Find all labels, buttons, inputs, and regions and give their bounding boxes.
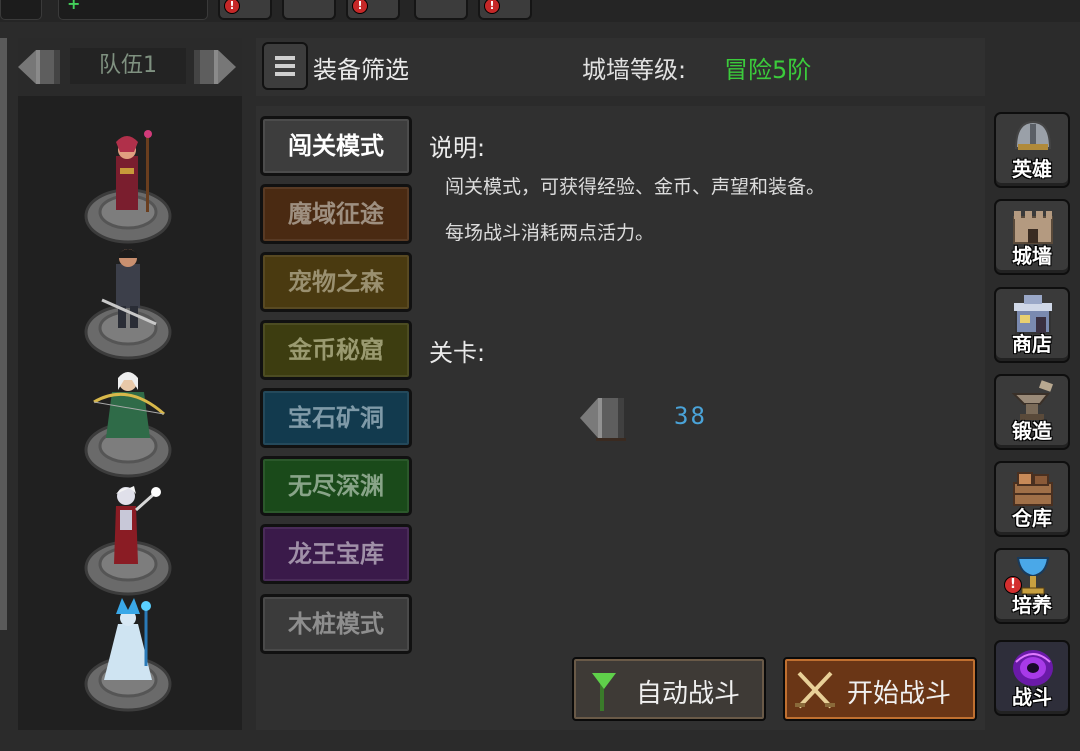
equipment-filter-button[interactable]: [262, 42, 308, 90]
resource-bar: + ! ! !: [0, 0, 1080, 22]
auto-battle-button[interactable]: 自动战斗: [572, 657, 766, 721]
scroll-edge: [0, 38, 7, 630]
hero-portrait-icon: [84, 486, 172, 596]
hero-portrait-icon: [84, 598, 172, 712]
stage-prev-button[interactable]: [578, 390, 628, 446]
stage-title: 关卡:: [429, 339, 486, 367]
side-menu-label: 英雄: [1012, 157, 1052, 181]
menu-lines-icon: [275, 56, 295, 60]
hero-portrait-icon: [84, 249, 172, 360]
resource-cell-gems: +: [58, 0, 208, 20]
team-prev-button[interactable]: [14, 42, 64, 92]
flag-icon: [592, 673, 616, 711]
top-button-5[interactable]: !: [478, 0, 532, 20]
hero-portrait-icon: [84, 372, 172, 478]
menu-lines-icon: [275, 72, 295, 76]
equipment-filter-label: 装备筛选: [313, 56, 409, 84]
description-line-1: 闯关模式，可获得经验、金币、声望和装备。: [445, 176, 826, 198]
side-menu-label: 战斗: [1012, 685, 1052, 709]
team-name: 队伍1: [70, 48, 186, 84]
side-menu-heroes[interactable]: 英雄: [994, 112, 1070, 188]
add-resource-icon[interactable]: +: [67, 0, 83, 12]
team-next-button[interactable]: [190, 42, 240, 92]
alert-icon: !: [224, 0, 240, 14]
mode-button-pet-forest[interactable]: 宠物之森: [260, 252, 412, 312]
arrow-left-icon: [18, 50, 60, 84]
side-menu-shop[interactable]: 商店: [994, 287, 1070, 363]
stage-number: 38: [674, 402, 707, 430]
top-button-2[interactable]: [282, 0, 336, 20]
side-menu-label: 城墙: [1012, 244, 1052, 268]
side-menu-label: 仓库: [1012, 506, 1052, 530]
description-line-2: 每场战斗消耗两点活力。: [445, 222, 655, 244]
mode-button-gem-mine[interactable]: 宝石矿洞: [260, 388, 412, 448]
side-menu-forge[interactable]: 锻造: [994, 374, 1070, 450]
side-menu-wall[interactable]: 城墙: [994, 199, 1070, 275]
side-menu-cultivate[interactable]: ! 培养: [994, 548, 1070, 624]
hero-slot-5[interactable]: [72, 596, 184, 714]
auto-battle-label: 自动战斗: [636, 679, 741, 709]
side-menu-storage[interactable]: 仓库: [994, 461, 1070, 537]
arrow-right-icon: [194, 50, 236, 84]
arrow-left-icon: [580, 398, 626, 441]
resource-cell-left: [0, 0, 42, 20]
hero-portrait-icon: [84, 130, 172, 244]
mode-button-gold-cave[interactable]: 金币秘窟: [260, 320, 412, 380]
alert-icon: !: [484, 0, 500, 14]
hero-slot-4[interactable]: [72, 480, 184, 598]
menu-lines-icon: [275, 64, 295, 68]
description-title: 说明:: [429, 134, 486, 162]
top-button-3[interactable]: !: [346, 0, 400, 20]
top-button-1[interactable]: !: [218, 0, 272, 20]
alert-icon: !: [352, 0, 368, 14]
mode-button-dragon-vault[interactable]: 龙王宝库: [260, 524, 412, 584]
side-menu-label: 培养: [1012, 593, 1052, 617]
side-menu-battle[interactable]: 战斗: [994, 640, 1070, 716]
mode-button-training-dummy[interactable]: 木桩模式: [260, 594, 412, 654]
start-battle-button[interactable]: 开始战斗: [783, 657, 977, 721]
wall-level-label: 城墙等级:: [582, 56, 687, 84]
hero-slot-2[interactable]: [72, 244, 184, 362]
hero-slot-3[interactable]: [72, 362, 184, 480]
mode-button-campaign[interactable]: 闯关模式: [260, 116, 412, 176]
start-battle-label: 开始战斗: [847, 679, 952, 709]
mode-button-endless-abyss[interactable]: 无尽深渊: [260, 456, 412, 516]
mode-button-demon-realm[interactable]: 魔域征途: [260, 184, 412, 244]
wall-level-value: 冒险5阶: [724, 56, 812, 84]
hero-slot-1[interactable]: [72, 128, 184, 246]
top-button-4[interactable]: [414, 0, 468, 20]
side-menu-label: 锻造: [1012, 419, 1052, 443]
crossed-swords-icon: [795, 671, 835, 709]
side-menu-label: 商店: [1012, 332, 1052, 356]
